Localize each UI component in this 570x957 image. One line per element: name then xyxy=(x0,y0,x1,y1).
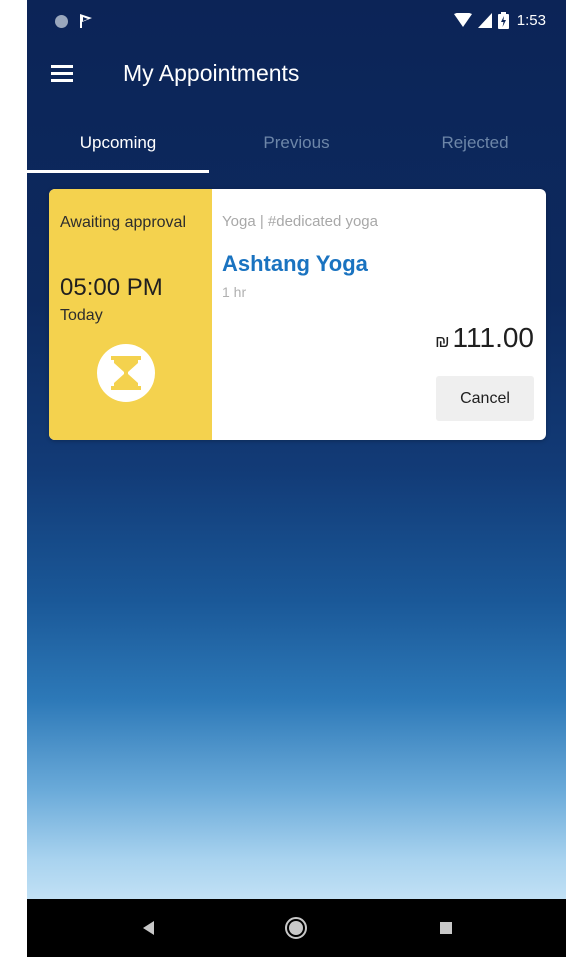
service-category: Yoga | #dedicated yoga xyxy=(222,213,378,230)
tab-previous[interactable]: Previous xyxy=(209,110,384,174)
signal-icon xyxy=(477,13,492,28)
wifi-icon xyxy=(453,13,472,27)
back-icon[interactable] xyxy=(133,913,163,943)
service-name[interactable]: Ashtang Yoga xyxy=(222,251,368,277)
price: ₪ 111.00 xyxy=(435,322,534,354)
appointment-card[interactable]: Awaiting approval 05:00 PM Today Yoga | … xyxy=(49,189,546,440)
battery-icon xyxy=(497,12,509,29)
page-title: My Appointments xyxy=(123,60,300,86)
appointment-time: 05:00 PM xyxy=(60,274,163,301)
active-tab-indicator xyxy=(27,170,209,173)
status-bar: 1:53 xyxy=(27,0,566,46)
tab-rejected[interactable]: Rejected xyxy=(384,110,566,174)
recent-apps-icon[interactable] xyxy=(431,913,461,943)
currency-symbol: ₪ xyxy=(435,332,450,351)
phone-screen: 1:53 My Appointments Upcoming Previous R… xyxy=(27,0,566,957)
appointment-status-panel: Awaiting approval 05:00 PM Today xyxy=(49,189,212,440)
home-icon[interactable] xyxy=(281,913,311,943)
navigation-bar xyxy=(27,899,566,957)
hourglass-icon xyxy=(97,344,155,402)
flag-icon xyxy=(80,14,92,28)
hamburger-menu-icon[interactable] xyxy=(51,65,73,83)
tab-bar: Upcoming Previous Rejected xyxy=(27,110,566,174)
status-time: 1:53 xyxy=(516,12,546,29)
service-duration: 1 hr xyxy=(222,284,247,300)
appointment-details: Yoga | #dedicated yoga Ashtang Yoga 1 hr… xyxy=(212,189,546,440)
app-bar: My Appointments xyxy=(27,46,566,104)
tab-upcoming[interactable]: Upcoming xyxy=(27,110,209,174)
notification-dot-icon xyxy=(55,14,68,28)
price-amount: 111.00 xyxy=(452,322,534,353)
cancel-button[interactable]: Cancel xyxy=(436,376,534,421)
appointment-day: Today xyxy=(60,307,103,324)
status-label: Awaiting approval xyxy=(60,214,187,231)
